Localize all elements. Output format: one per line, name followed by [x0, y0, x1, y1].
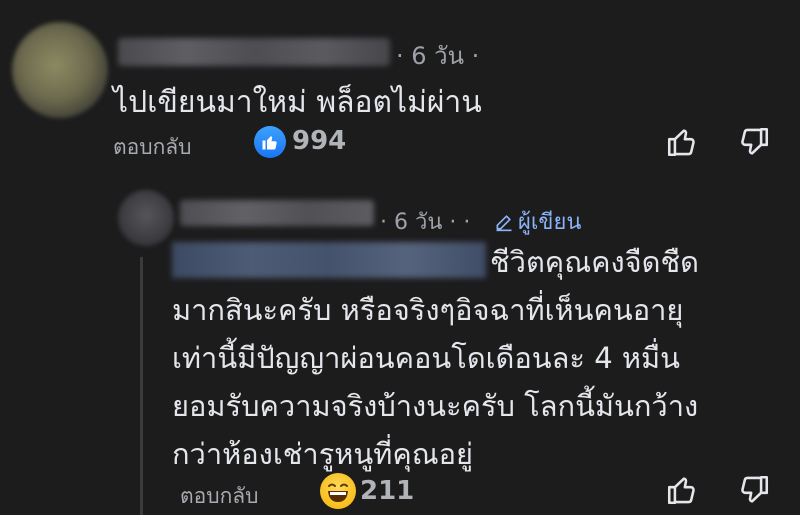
pencil-icon: [496, 214, 512, 231]
thumbs-down-icon[interactable]: [737, 125, 771, 159]
avatar[interactable]: [12, 22, 108, 118]
reply-text: ชีวิตคุณคงจืดชืด มากสินะครับ หรือจริงๆอิ…: [172, 238, 782, 478]
thumbs-up-icon[interactable]: [665, 473, 699, 507]
author-badge-label: ผู้เขียน: [518, 210, 582, 235]
reply-text-line: กว่าห้องเช่ารูหนูที่คุณอยู่: [172, 437, 474, 471]
thumbs-down-icon[interactable]: [737, 473, 771, 507]
reply-text-line: ชีวิตคุณคงจืดชืด: [490, 245, 700, 279]
avatar[interactable]: [118, 190, 174, 246]
laughing-emoji-icon: [320, 473, 356, 509]
comment-timestamp: · 6 วัน ·: [396, 42, 480, 70]
like-icon: [254, 126, 286, 158]
author-badge: ผู้เขียน: [494, 204, 581, 239]
comment-text: ไปเขียนมาใหม่ พล็อตไม่ผ่าน: [113, 85, 482, 120]
thread-line: [140, 257, 143, 515]
thumbs-up-icon[interactable]: [665, 125, 699, 159]
reply-timestamp: · 6 วัน · ·: [380, 210, 471, 235]
reaction-count[interactable]: 994: [292, 126, 346, 156]
reply-text-line: มากสินะครับ หรือจริงๆอิจฉาที่เห็นคนอายุ: [172, 293, 684, 327]
replier-name-redacted[interactable]: [180, 200, 374, 226]
reply-button[interactable]: ตอบกลับ: [180, 480, 259, 513]
reply-text-line: เท่านี้มีปัญญาผ่อนคอนโดเดือนละ 4 หมื่น: [172, 341, 680, 375]
reply-button[interactable]: ตอบกลับ: [113, 131, 192, 164]
reply-text-line: ยอมรับความจริงบ้างนะครับ โลกนี้มันกว้าง: [172, 389, 699, 423]
commenter-name-redacted[interactable]: [118, 38, 390, 66]
reaction-count[interactable]: 211: [360, 476, 414, 506]
